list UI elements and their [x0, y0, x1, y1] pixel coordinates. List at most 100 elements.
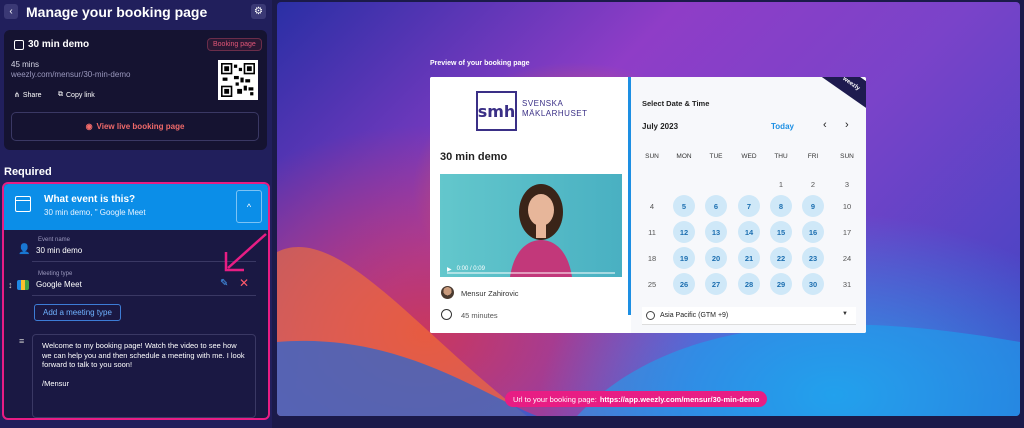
clock-icon: [441, 309, 452, 320]
copy-icon: ⧉: [58, 91, 63, 98]
calendar-day: 10: [842, 201, 852, 211]
close-icon[interactable]: ✕: [239, 276, 249, 290]
booking-page-badge[interactable]: Booking page: [207, 38, 262, 51]
calendar-day-available[interactable]: 5: [673, 195, 695, 217]
calendar-day-available[interactable]: 6: [705, 195, 727, 217]
google-meet-icon: [17, 280, 29, 290]
text-align-icon: ≡: [19, 336, 25, 346]
select-date-heading: Select Date & Time: [642, 99, 710, 108]
weekday-label: FRI: [807, 153, 819, 160]
calendar-day: 4: [649, 201, 655, 211]
calendar-day: 3: [844, 179, 850, 189]
calendar-day-available[interactable]: 27: [705, 273, 727, 295]
calendar-day-available[interactable]: 9: [802, 195, 824, 217]
event-title: 30 min demo: [28, 39, 90, 50]
calendar-day-available[interactable]: 28: [738, 273, 760, 295]
section-subtitle: 30 min demo, " Google Meet: [44, 208, 146, 217]
weekday-label: THU: [774, 153, 788, 160]
weekday-label: WED: [741, 153, 757, 160]
calendar-day-available[interactable]: 16: [802, 221, 824, 243]
calendar-day: 24: [842, 253, 852, 263]
share-label: Share: [22, 91, 42, 99]
chevron-left-icon: ‹: [9, 6, 13, 17]
booking-url-pill: Url to your booking page: https://app.we…: [505, 391, 768, 407]
calendar-day-available[interactable]: 30: [802, 273, 824, 295]
add-meeting-type-button[interactable]: Add a meeting type: [34, 304, 121, 321]
calendar-day-available[interactable]: 12: [673, 221, 695, 243]
company-logo: smh: [476, 91, 517, 131]
booking-url[interactable]: https://app.weezly.com/mensur/30-min-dem…: [600, 395, 759, 404]
calendar-day-available[interactable]: 23: [802, 247, 824, 269]
intro-video-player[interactable]: ▶ 0:00 / 0:09: [440, 174, 622, 277]
timezone-value: Asia Pacific (GTM +9): [660, 312, 729, 319]
preview-area: Preview of your booking page smh SVENSKA…: [277, 2, 1020, 416]
timezone-select[interactable]: Asia Pacific (GTM +9) ▼: [642, 307, 856, 325]
preview-duration: 45 minutes: [461, 311, 498, 320]
back-button[interactable]: ‹: [4, 4, 18, 19]
booking-page-preview: smh SVENSKA MÄKLARHUSET 30 min demo ▶ 0:…: [430, 77, 866, 333]
play-icon[interactable]: ▶: [447, 266, 452, 273]
view-live-booking-page-button[interactable]: ◉ View live booking page: [11, 112, 259, 141]
panel-header: ‹ Manage your booking page ⚙: [0, 0, 272, 24]
video-time: 0:00 / 0:09: [456, 266, 485, 272]
calendar-day-available[interactable]: 15: [770, 221, 792, 243]
calendar-day-available[interactable]: 8: [770, 195, 792, 217]
today-button[interactable]: Today: [771, 122, 794, 131]
video-controls: ▶ 0:00 / 0:09: [440, 261, 622, 277]
calendar-day: 2: [810, 179, 816, 189]
copy-link-label: Copy link: [66, 91, 95, 99]
caret-down-icon: ▼: [842, 311, 848, 317]
preview-event-info: smh SVENSKA MÄKLARHUSET 30 min demo ▶ 0:…: [430, 77, 629, 333]
calendar-day: 11: [648, 227, 656, 237]
calendar-day: 17: [842, 227, 852, 237]
eye-icon: ◉: [85, 122, 93, 131]
calendar-day-available[interactable]: 7: [738, 195, 760, 217]
calendar-day-available[interactable]: 26: [673, 273, 695, 295]
drag-handle-icon[interactable]: ↕: [8, 280, 13, 290]
calendar-day-available[interactable]: 29: [770, 273, 792, 295]
page-title: Manage your booking page: [26, 4, 208, 20]
weekday-label: MON: [676, 153, 692, 160]
section-title: What event is this?: [44, 194, 136, 205]
host-name: Mensur Zahirovic: [461, 289, 519, 298]
share-icon: ⋔: [14, 92, 20, 99]
weekday-label: SUN: [645, 153, 659, 160]
calendar-day-available[interactable]: 20: [705, 247, 727, 269]
preview-label: Preview of your booking page: [430, 60, 530, 67]
view-live-label: View live booking page: [96, 122, 185, 131]
required-section: What event is this? 30 min demo, " Googl…: [2, 182, 270, 420]
event-summary-card: 30 min demo Booking page 45 mins weezly.…: [4, 30, 267, 150]
company-logo-text: SVENSKA MÄKLARHUSET: [522, 99, 588, 118]
calendar-day: 25: [647, 279, 657, 289]
qr-code: [218, 60, 258, 100]
calendar-day: 1: [778, 179, 784, 189]
preview-event-title: 30 min demo: [440, 151, 508, 163]
share-button[interactable]: ⋔ Share: [14, 91, 42, 100]
calendar-day-available[interactable]: 22: [770, 247, 792, 269]
calendar-icon: [15, 196, 31, 212]
chevron-up-icon: ^: [246, 201, 252, 212]
settings-button[interactable]: ⚙: [251, 4, 266, 19]
calendar-icon: [14, 40, 24, 50]
calendar-day-available[interactable]: 13: [705, 221, 727, 243]
annotation-arrow-icon: [224, 233, 267, 272]
event-section-header[interactable]: What event is this? 30 min demo, " Googl…: [4, 184, 268, 230]
calendar-day-available[interactable]: 19: [673, 247, 695, 269]
description-textarea[interactable]: Welcome to my booking page! Watch the vi…: [32, 334, 256, 418]
chevron-right-icon[interactable]: ›: [845, 119, 849, 131]
calendar-day-available[interactable]: 14: [738, 221, 760, 243]
avatar: [441, 286, 454, 299]
gear-icon: ⚙: [254, 6, 263, 17]
chevron-left-icon[interactable]: ‹: [823, 119, 827, 131]
required-heading: Required: [4, 166, 52, 178]
calendar-day-available[interactable]: 21: [738, 247, 760, 269]
person-icon: 👤: [18, 244, 31, 255]
url-prefix: Url to your booking page:: [513, 394, 597, 404]
collapse-button[interactable]: ^: [236, 190, 262, 223]
event-url: weezly.com/mensur/30-min-demo: [11, 70, 131, 79]
copy-link-button[interactable]: ⧉ Copy link: [58, 91, 95, 99]
booking-settings-panel: ‹ Manage your booking page ⚙ 30 min demo…: [0, 0, 272, 428]
weekday-label: SUN: [840, 153, 854, 160]
edit-icon[interactable]: ✎: [220, 278, 228, 289]
calendar-day: 18: [647, 253, 657, 263]
